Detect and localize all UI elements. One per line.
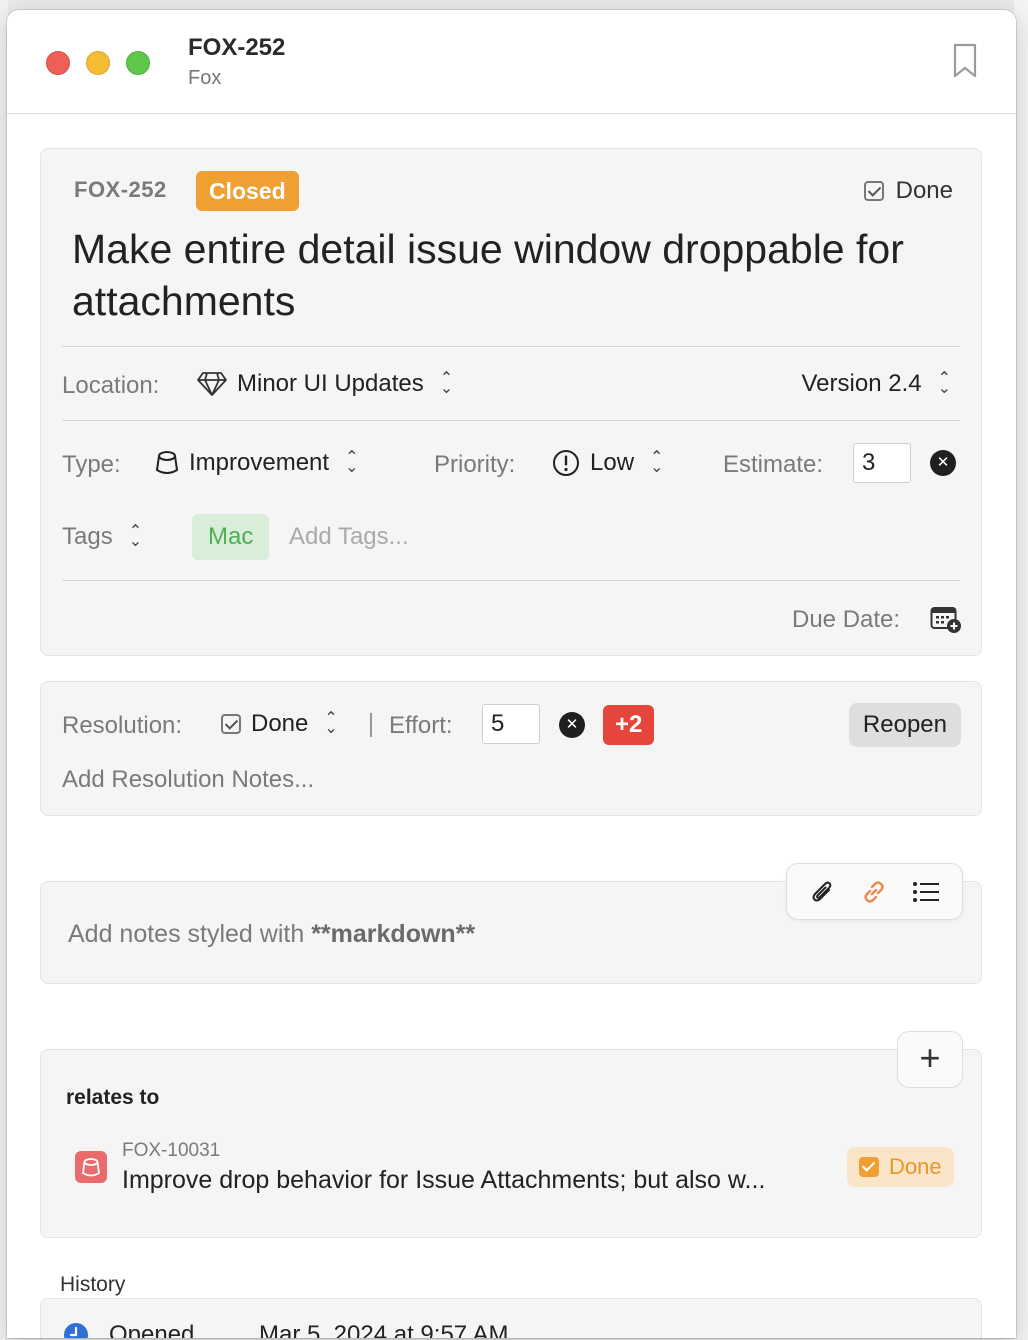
minimize-window-button[interactable] (86, 51, 110, 75)
paperclip-icon[interactable] (808, 877, 838, 907)
effort-delta-badge: +2 (603, 705, 655, 745)
chevron-updown-icon: ⌃ ⌄ (128, 523, 143, 550)
chevron-updown-icon: ⌃ ⌄ (439, 370, 454, 397)
estimate-input[interactable]: 3 (853, 443, 911, 483)
chevron-updown-icon: ⌃ ⌄ (650, 449, 664, 476)
resolution-card: Resolution: Done ⌃ ⌄ Effort: 5 ✕ +2 Reope… (40, 681, 982, 816)
history-event: Opened (109, 1321, 195, 1338)
notes-toolbar (786, 863, 963, 920)
issue-key: FOX-252 (74, 177, 167, 202)
type-selector[interactable]: Improvement ⌃ ⌄ (155, 449, 358, 477)
checkbox-icon (863, 181, 884, 201)
separator (370, 713, 372, 737)
tag-mac[interactable]: Mac (192, 514, 270, 560)
chevron-updown-icon: ⌃ ⌄ (937, 370, 951, 397)
resolution-value: Done (251, 710, 309, 737)
tags-selector[interactable]: Tags ⌃ ⌄ (62, 523, 142, 551)
history-heading: History (60, 1273, 126, 1296)
title-bar: FOX-252 Fox (7, 10, 1016, 114)
background-app-right (1014, 0, 1028, 1340)
history-date: Mar 5, 2024 at 9:57 AM (259, 1321, 509, 1338)
reopen-button[interactable]: Reopen (848, 703, 961, 747)
estimate-label: Estimate: (723, 451, 824, 478)
bookmark-icon[interactable] (952, 43, 978, 79)
chevron-updown-icon: ⌃ ⌄ (324, 710, 338, 737)
issue-card: FOX-252 Closed Done Make entire detail i… (40, 148, 982, 656)
divider (62, 420, 960, 421)
version-value: Version 2.4 (801, 370, 922, 397)
notes-placeholder-bold: **markdown** (311, 920, 476, 948)
priority-label: Priority: (434, 451, 516, 478)
window-title: FOX-252 (188, 34, 286, 61)
notes-placeholder-text: Add notes styled with (68, 920, 312, 948)
close-window-button[interactable] (46, 51, 70, 75)
resolution-selector[interactable]: Done ⌃ ⌄ (221, 710, 338, 738)
location-selector[interactable]: Minor UI Updates ⌃ ⌄ (197, 370, 453, 398)
notes-placeholder: Add notes styled with **markdown** (68, 920, 475, 949)
due-date-label: Due Date: (792, 606, 901, 633)
issue-title[interactable]: Make entire detail issue window droppabl… (72, 223, 952, 327)
related-issue-title[interactable]: Improve drop behavior for Issue Attachme… (122, 1166, 765, 1195)
version-selector[interactable]: Version 2.4 ⌃ ⌄ (802, 370, 952, 398)
location-value: Minor UI Updates (237, 370, 424, 397)
related-issue-key: FOX-10031 (122, 1140, 221, 1161)
priority-selector[interactable]: Low ⌃ ⌄ (552, 449, 663, 477)
effort-input[interactable]: 5 (482, 704, 540, 744)
link-icon[interactable] (859, 877, 889, 907)
improvement-icon (155, 451, 179, 474)
type-value: Improvement (189, 449, 330, 476)
resolution-notes-input[interactable]: Add Resolution Notes... (62, 766, 314, 794)
relations-card: relates to FOX-10031 Improve drop behavi… (40, 1049, 982, 1238)
relation-heading: relates to (66, 1086, 160, 1109)
priority-value: Low (590, 449, 635, 476)
clear-estimate-icon[interactable]: ✕ (930, 450, 956, 476)
history-card: Opened Mar 5, 2024 at 9:57 AM (40, 1298, 982, 1338)
type-label: Type: (62, 451, 121, 478)
divider (62, 346, 960, 347)
zoom-window-button[interactable] (126, 51, 150, 75)
window-content: FOX-252 Closed Done Make entire detail i… (7, 115, 1016, 1338)
tags-label: Tags (62, 523, 113, 550)
clear-effort-icon[interactable]: ✕ (559, 712, 585, 738)
status-badge[interactable]: Closed (196, 171, 299, 211)
add-tags-input[interactable]: Add Tags... (289, 523, 409, 551)
list-icon[interactable] (911, 877, 941, 907)
done-checkbox[interactable]: Done (863, 177, 953, 205)
related-issue-status-label: Done (889, 1154, 942, 1179)
related-issue-status: Done (847, 1147, 954, 1187)
done-label: Done (895, 177, 953, 204)
exclamation-circle-icon (553, 450, 579, 476)
chevron-updown-icon: ⌃ ⌄ (345, 449, 359, 476)
add-relation-button[interactable]: + (897, 1031, 963, 1088)
divider (62, 580, 960, 581)
checkbox-icon (221, 714, 241, 734)
checkbox-checked-icon (859, 1157, 879, 1177)
location-label: Location: (62, 372, 160, 399)
resolution-label: Resolution: (62, 712, 183, 739)
issue-detail-window: FOX-252 Fox FOX-252 Closed Done Make ent… (7, 10, 1016, 1338)
calendar-add-icon[interactable] (930, 604, 962, 634)
effort-label: Effort: (389, 712, 453, 739)
window-subtitle: Fox (188, 67, 222, 89)
improvement-type-icon (75, 1151, 107, 1183)
diamond-icon (197, 372, 227, 396)
clock-icon (64, 1323, 88, 1338)
